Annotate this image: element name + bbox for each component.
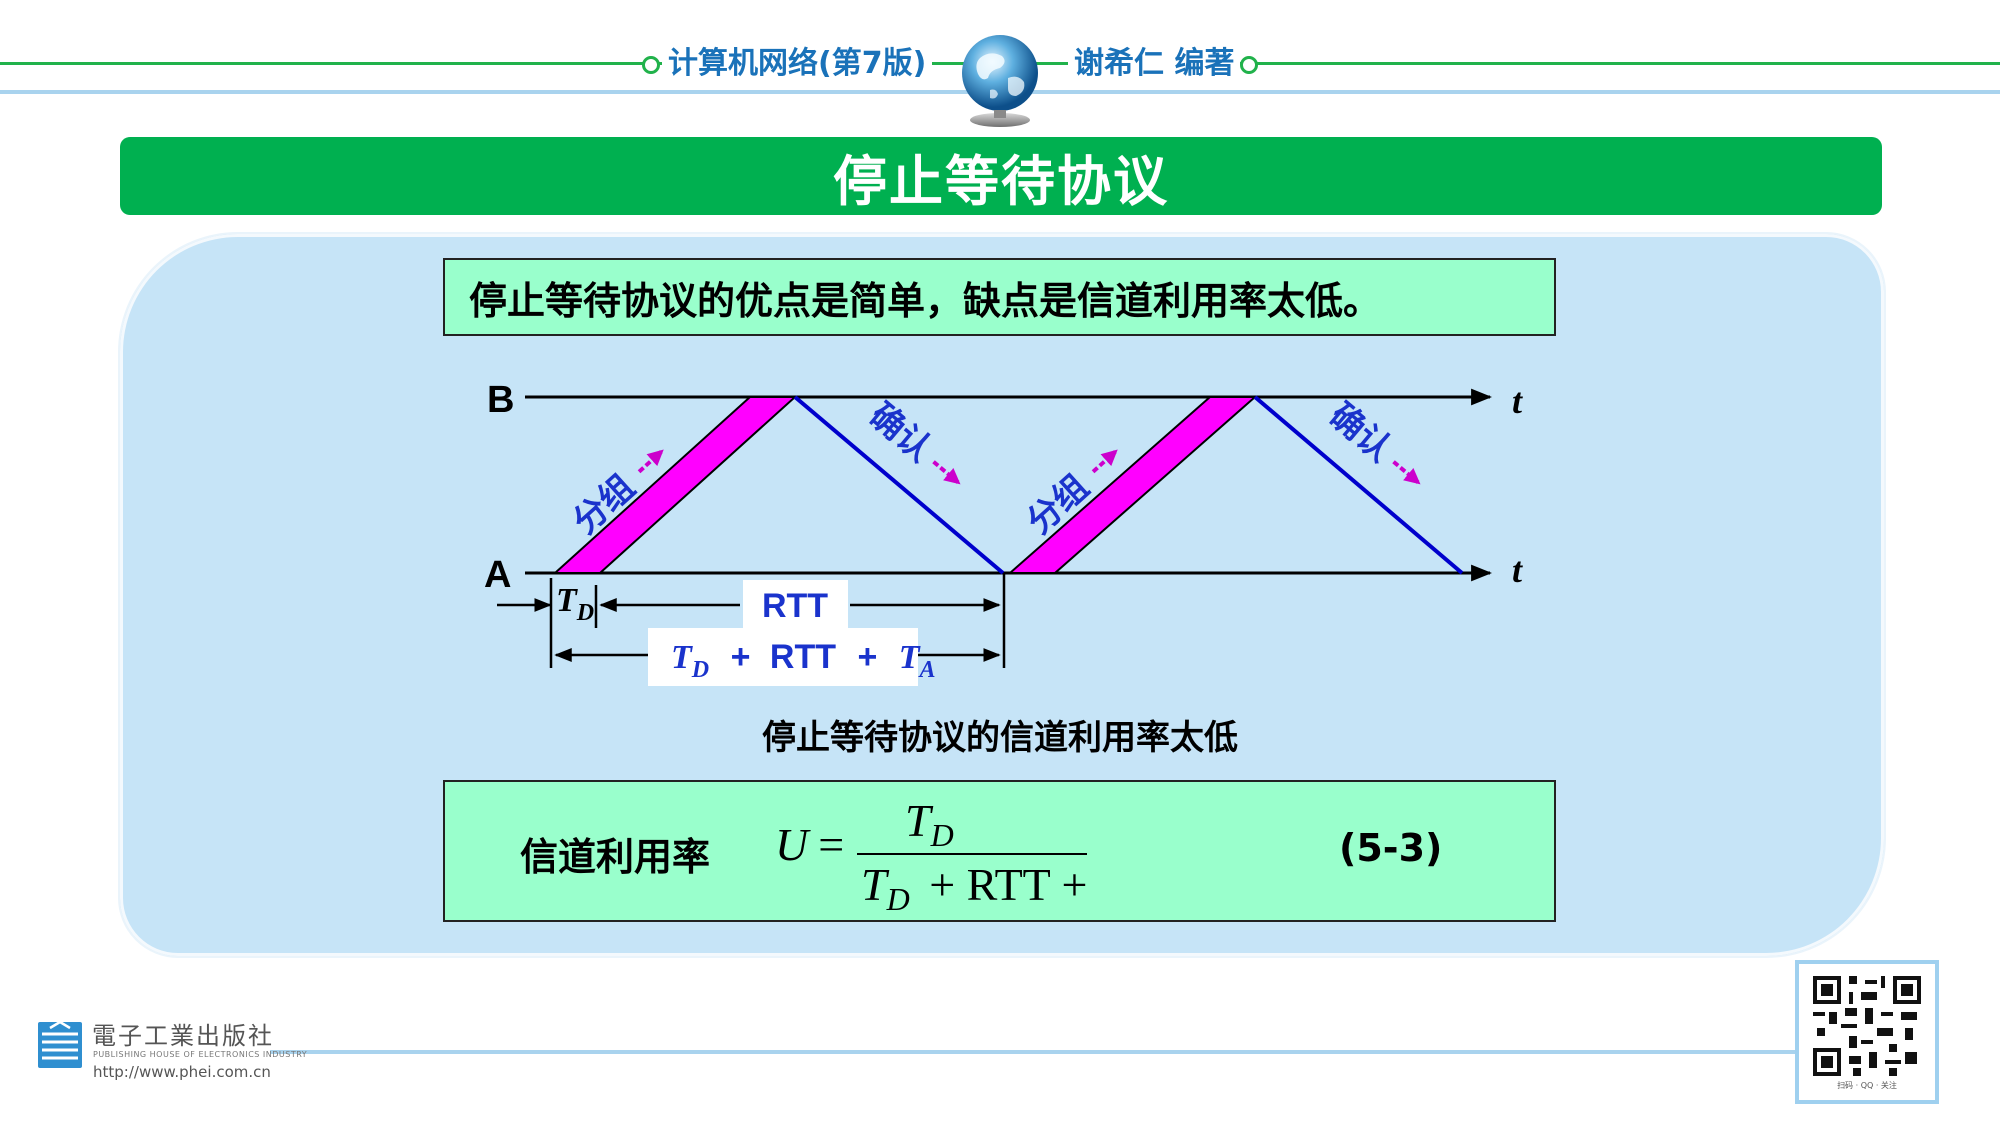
qr-caption: 扫码 · QQ · 关注 (1837, 1081, 1897, 1090)
svg-text:TD + RTT +: TD + RTT + TA (861, 859, 1095, 918)
formula-box: 信道利用率 U= TD TD + RTT + TA (5-3) (443, 780, 1556, 922)
publisher-logo-icon (36, 1018, 84, 1072)
formula-den-td-sub: D (886, 881, 910, 917)
total-plus-2: + (857, 638, 877, 676)
ack-arrow-2 (1392, 460, 1421, 485)
td-symbol: T (556, 582, 578, 619)
stop-and-wait-diagram: B A t t 分组 分组 确认 确认 RTT TD TD + RTT + TA (484, 379, 1523, 686)
publisher-name: 電子工業出版社 (92, 1022, 274, 1050)
frame-band-2 (1007, 396, 1258, 574)
formula-den-plus-2: + (1061, 859, 1087, 910)
diagram-caption: 停止等待协议的信道利用率太低 (762, 718, 1238, 758)
ack-label-2: 确认 (1322, 396, 1400, 470)
svg-text:TD: TD (556, 582, 594, 626)
rtt-label: RTT (762, 587, 828, 625)
utilization-formula: U= TD TD + RTT + TA (775, 795, 1095, 918)
total-td-symbol: T (671, 639, 693, 676)
qr-code-frame: 扫码 · QQ · 关注 (1795, 960, 1939, 1104)
frame-band-1 (552, 396, 798, 574)
formula-den-plus-1: + (929, 859, 955, 910)
time-label-a: t (1512, 550, 1523, 590)
footer-line (270, 1050, 1800, 1054)
equation-number: (5-3) (1339, 826, 1443, 870)
time-label-b: t (1512, 381, 1523, 421)
total-rtt: RTT (770, 638, 836, 676)
publisher-url: http://www.phei.com.cn (93, 1063, 271, 1081)
node-a-label: A (484, 554, 511, 596)
total-ta-subscript: A (918, 657, 936, 683)
formula-equals: = (818, 819, 844, 870)
total-ta-symbol: T (899, 639, 921, 676)
svg-text:U=: U = (775, 819, 844, 870)
frame-arrow-2 (1091, 449, 1118, 474)
qr-code-icon (1809, 972, 1925, 1080)
formula-lhs: U (775, 819, 811, 870)
total-plus-1: + (731, 638, 751, 676)
ack-label-1: 确认 (862, 396, 940, 470)
node-b-label: B (487, 379, 514, 421)
formula-den-rtt: RTT (967, 859, 1051, 910)
td-subscript: D (576, 600, 594, 626)
formula-num-subscript: D (930, 817, 954, 853)
ack-arrow-1 (932, 460, 961, 485)
svg-text:TD: TD (905, 795, 954, 853)
frame-arrow-1 (637, 449, 664, 474)
total-td-subscript: D (691, 657, 709, 683)
publisher-english: PUBLISHING HOUSE OF ELECTRONICS INDUSTRY (93, 1050, 308, 1059)
formula-label: 信道利用率 (520, 835, 711, 879)
